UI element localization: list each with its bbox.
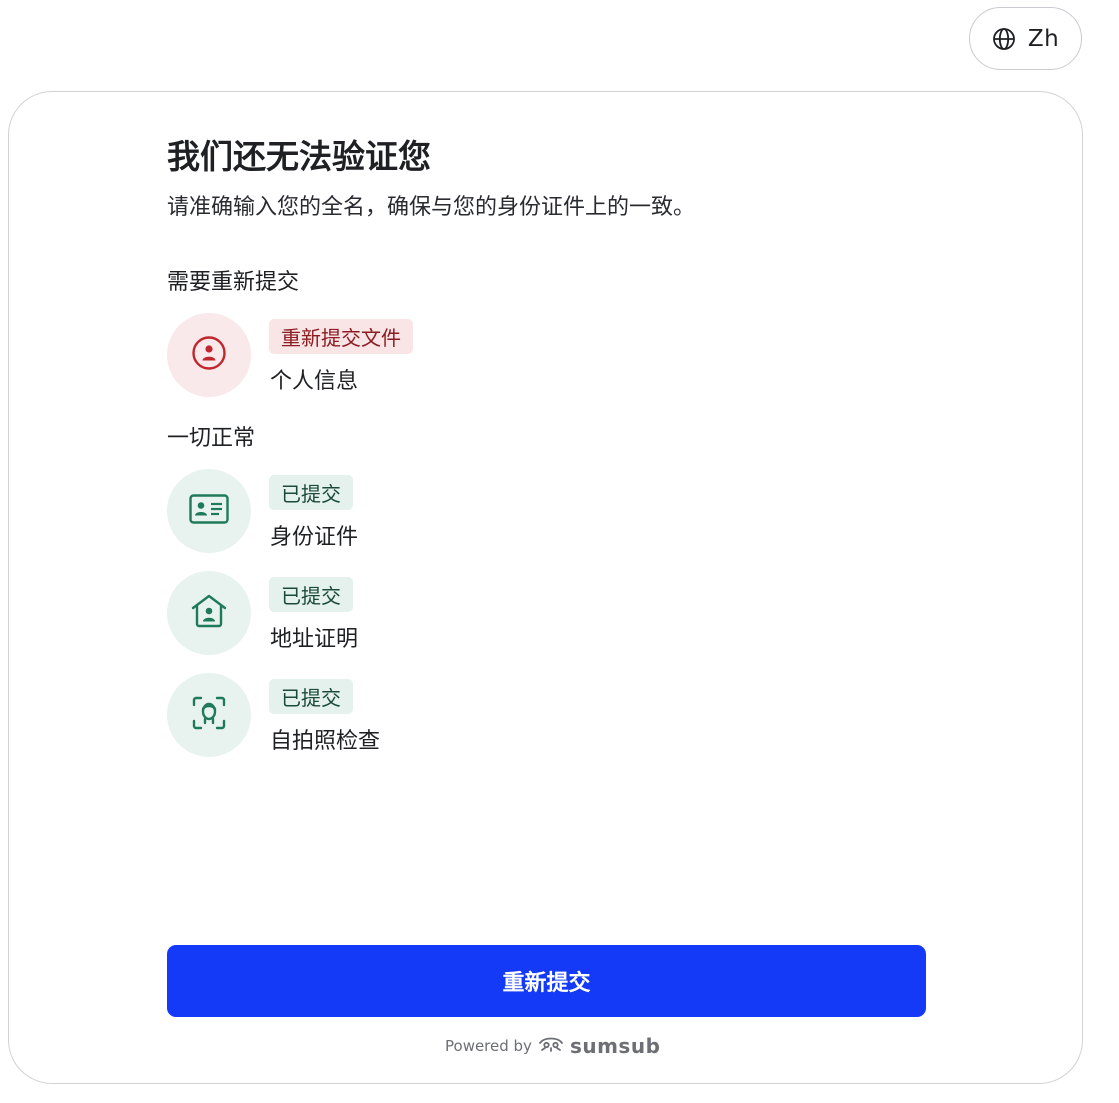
step-name: 个人信息 — [270, 369, 359, 394]
step-icon-circle — [167, 313, 251, 397]
section-label-resubmit: 需要重新提交 — [167, 270, 300, 295]
step-name: 地址证明 — [270, 627, 359, 652]
sumsub-brand[interactable]: sumsub — [570, 1034, 660, 1058]
page-title: 我们还无法验证您 — [167, 137, 431, 176]
verification-card: 我们还无法验证您 请准确输入您的全名，确保与您的身份证件上的一致。 需要重新提交… — [8, 91, 1083, 1084]
status-badge: 已提交 — [269, 679, 353, 714]
home-person-icon — [190, 593, 228, 633]
face-scan-icon — [191, 695, 227, 735]
step-item-selfie-check: 已提交 自拍照检查 — [167, 673, 767, 757]
step-name: 自拍照检查 — [270, 729, 381, 754]
page-subtitle: 请准确输入您的全名，确保与您的身份证件上的一致。 — [167, 195, 696, 220]
status-badge: 已提交 — [269, 475, 353, 510]
language-selector-button[interactable]: Zh — [969, 7, 1082, 70]
step-icon-circle — [167, 673, 251, 757]
globe-icon — [992, 27, 1016, 51]
step-item-proof-of-address: 已提交 地址证明 — [167, 571, 767, 655]
person-icon — [191, 335, 227, 375]
step-icon-circle — [167, 469, 251, 553]
section-label-ok: 一切正常 — [167, 426, 256, 451]
sumsub-logo-icon — [538, 1035, 564, 1057]
step-icon-circle — [167, 571, 251, 655]
resubmit-button[interactable]: 重新提交 — [167, 945, 926, 1017]
step-item-personal-info: 重新提交文件 个人信息 — [167, 313, 767, 397]
language-label: Zh — [1027, 25, 1060, 52]
step-item-identity-document: 已提交 身份证件 — [167, 469, 767, 553]
status-badge: 重新提交文件 — [269, 319, 413, 354]
powered-by: Powered by sumsub — [445, 1034, 660, 1058]
status-badge: 已提交 — [269, 577, 353, 612]
powered-by-label: Powered by — [445, 1037, 532, 1055]
id-card-icon — [189, 494, 229, 528]
step-name: 身份证件 — [270, 525, 359, 550]
